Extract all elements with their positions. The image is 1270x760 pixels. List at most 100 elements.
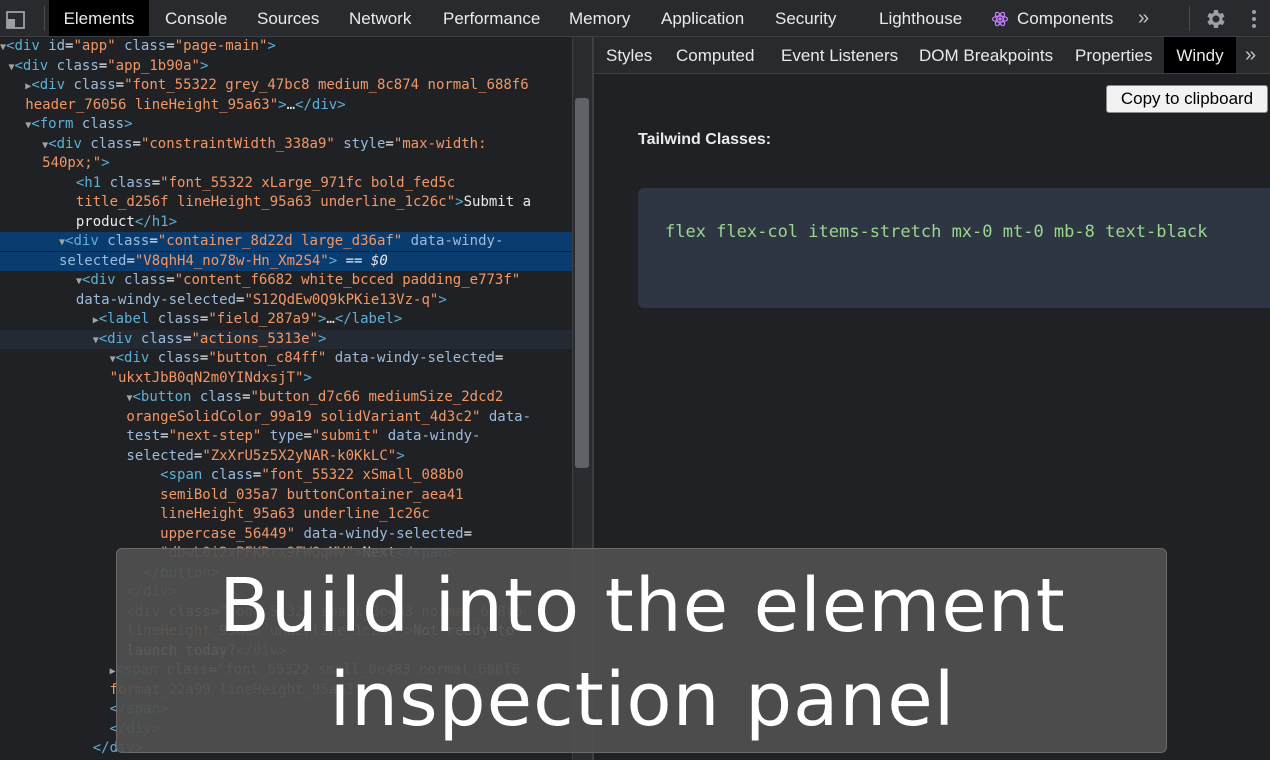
copy-to-clipboard-button[interactable]: Copy to clipboard [1106, 85, 1268, 113]
tab-sources[interactable]: Sources [257, 0, 319, 36]
dom-node-line[interactable]: ▼<div class="content_f6682 white_bcced p… [0, 271, 572, 290]
dom-node-line[interactable]: ▶<label class="field_287a9">…</label> [0, 310, 572, 329]
dom-token: … [286, 96, 296, 113]
dom-token: "ukxtJbB0qN2m0YINdxsjT" [0, 369, 304, 386]
dom-node-line[interactable]: ▼<div class="constraintWidth_338a9" styl… [0, 135, 572, 154]
dom-token: "V8qhH4_no78w-Hn_Xm2S4" [134, 252, 329, 269]
dom-node-line[interactable]: header_76056 lineHeight_95a63">…</div> [0, 96, 572, 115]
dom-node-line[interactable]: ▼<div id="app" class="page-main"> [0, 37, 572, 56]
dom-token [0, 77, 25, 93]
dom-token [0, 331, 93, 347]
dom-token [0, 662, 110, 678]
dom-node-line[interactable]: "ukxtJbB0qN2m0YINdxsjT"> [0, 369, 572, 388]
dom-token: $0 [370, 252, 388, 269]
dom-token: title_d256f lineHeight_95a63 underline_1… [0, 194, 456, 210]
tab-components[interactable]: Components [1017, 0, 1113, 36]
dom-token: <div [98, 330, 141, 347]
dom-token: = [149, 233, 158, 249]
dom-node-line[interactable]: ▼<button class="button_d7c66 mediumSize_… [0, 388, 572, 407]
dom-token: product [0, 213, 135, 230]
dom-node-line[interactable]: data-windy-selected="S12QdEw0Q9kPKie13Vz… [0, 291, 572, 310]
tab-performance[interactable]: Performance [443, 0, 540, 36]
dom-token: = [166, 272, 175, 288]
more-tabs-chevron-icon[interactable]: » [1138, 6, 1156, 30]
dom-node-line[interactable]: product</h1> [0, 213, 572, 232]
dom-node-line[interactable]: ▼<form class> [0, 115, 572, 134]
dom-node-line[interactable]: selected="V8qhH4_no78w-Hn_Xm2S4"> == $0 [0, 251, 572, 271]
dom-node-line[interactable]: ▼<div class="button_c84ff" data-windy-se… [0, 349, 572, 368]
dom-scrollbar-thumb[interactable] [575, 98, 589, 468]
tab-application[interactable]: Application [661, 0, 744, 36]
dom-token: class [81, 116, 125, 132]
dom-token: "field_287a9" [208, 311, 318, 327]
dom-node-line[interactable]: uppercase_56449" data-windy-selected= [0, 525, 572, 544]
dom-node-line[interactable]: 540px;"> [0, 154, 572, 173]
caption-line-2: inspection panel [329, 657, 956, 743]
dom-token: selected [0, 447, 194, 464]
caption-overlay: Build into the element inspection panel [116, 548, 1167, 753]
dom-token: > [124, 116, 133, 132]
dom-token: > [303, 369, 312, 386]
dom-token: "app" [73, 38, 116, 54]
tab-properties[interactable]: Properties [1075, 37, 1152, 73]
inspect-icon[interactable] [4, 7, 28, 31]
dom-node-line[interactable]: lineHeight_95a63 underline_1c26c [0, 505, 572, 524]
dom-node-line[interactable]: selected="ZxXrU5z5X2yNAR-k0KkLC"> [0, 447, 572, 466]
dom-token: "submit" [311, 428, 380, 444]
dom-token: "max-width: [393, 135, 487, 152]
tailwind-classes-text: flex flex-col items-stretch mx-0 mt-0 mb… [665, 222, 1208, 242]
dom-token: > [101, 155, 110, 171]
dom-token: test [0, 428, 161, 444]
dom-node-line[interactable]: ▼<div class="actions_5313e"> [0, 329, 572, 349]
more-sidebar-tabs-chevron-icon[interactable]: » [1245, 43, 1263, 67]
dom-node-line[interactable]: ▼<div class="app_1b90a"> [0, 57, 572, 76]
dom-token [0, 175, 76, 191]
dom-token: style [334, 135, 386, 152]
dom-token: class [90, 135, 133, 152]
dom-token: <button [132, 389, 200, 405]
dom-token: <span [160, 467, 211, 483]
dom-token: "container_8d22d large_d36af" [157, 233, 403, 249]
dom-node-line[interactable]: semiBold_035a7 buttonContainer_aea41 [0, 486, 572, 505]
tab-computed[interactable]: Computed [676, 37, 754, 73]
tab-elements[interactable]: Elements [49, 0, 149, 36]
tab-dom-breakpoints[interactable]: DOM Breakpoints [919, 37, 1053, 73]
dom-token: <form [31, 116, 82, 132]
tab-console[interactable]: Console [165, 0, 227, 36]
dom-token: </h1> [134, 213, 178, 230]
dom-token: "font_55322 xLarge_971fc bold_fed5c [160, 174, 456, 191]
tab-styles[interactable]: Styles [606, 37, 652, 73]
dom-node-line[interactable]: title_d256f lineHeight_95a63 underline_1… [0, 193, 572, 212]
dom-token: </label> [334, 311, 403, 327]
dom-token: <div [6, 38, 49, 54]
dom-token: = [463, 525, 473, 542]
dom-token: = [115, 77, 125, 93]
tab-lighthouse[interactable]: Lighthouse [879, 0, 962, 36]
dom-node-line[interactable]: test="next-step" type="submit" data-wind… [0, 427, 572, 446]
gear-icon[interactable] [1203, 7, 1227, 31]
tab-windy[interactable]: Windy [1164, 37, 1236, 73]
dom-token: class [73, 77, 116, 93]
dom-token: <div [65, 233, 108, 249]
dom-token: class [56, 57, 99, 74]
tab-memory[interactable]: Memory [569, 0, 630, 36]
dom-node-line[interactable]: orangeSolidColor_99a19 solidVariant_4d3c… [0, 408, 572, 427]
dom-node-line[interactable]: <span class="font_55322 xSmall_088b0 [0, 466, 572, 485]
tab-network[interactable]: Network [349, 0, 411, 36]
dom-token: class [107, 233, 150, 249]
tab-security[interactable]: Security [775, 0, 836, 36]
dom-token: data-windy-selected [295, 525, 464, 542]
dom-node-line[interactable]: ▼<div class="container_8d22d large_d36af… [0, 232, 572, 252]
dom-token: "actions_5313e" [191, 330, 318, 347]
dom-token: <h1 [75, 174, 110, 191]
dom-node-line[interactable]: ▶<div class="font_55322 grey_47bc8 mediu… [0, 76, 572, 95]
dom-token: > [328, 252, 338, 269]
dom-token: class [210, 467, 253, 483]
dom-token: class [109, 174, 152, 191]
dom-token: "button_d7c66 mediumSize_2dcd2 [250, 389, 504, 405]
dom-node-line[interactable]: <h1 class="font_55322 xLarge_971fc bold_… [0, 174, 572, 193]
dom-token: <div [48, 135, 91, 152]
toolbar-separator [44, 6, 45, 31]
tab-event-listeners[interactable]: Event Listeners [781, 37, 898, 73]
kebab-menu-icon[interactable] [1246, 7, 1262, 31]
